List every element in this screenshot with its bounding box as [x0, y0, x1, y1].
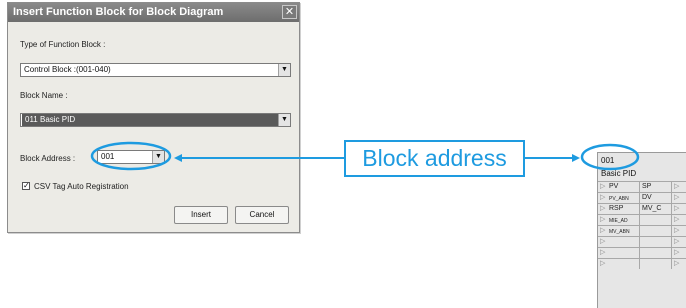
- annotation-overlay: [90, 141, 640, 171]
- block-address-highlight-ellipse: [580, 143, 640, 171]
- address-field-highlight-ellipse: [90, 141, 172, 171]
